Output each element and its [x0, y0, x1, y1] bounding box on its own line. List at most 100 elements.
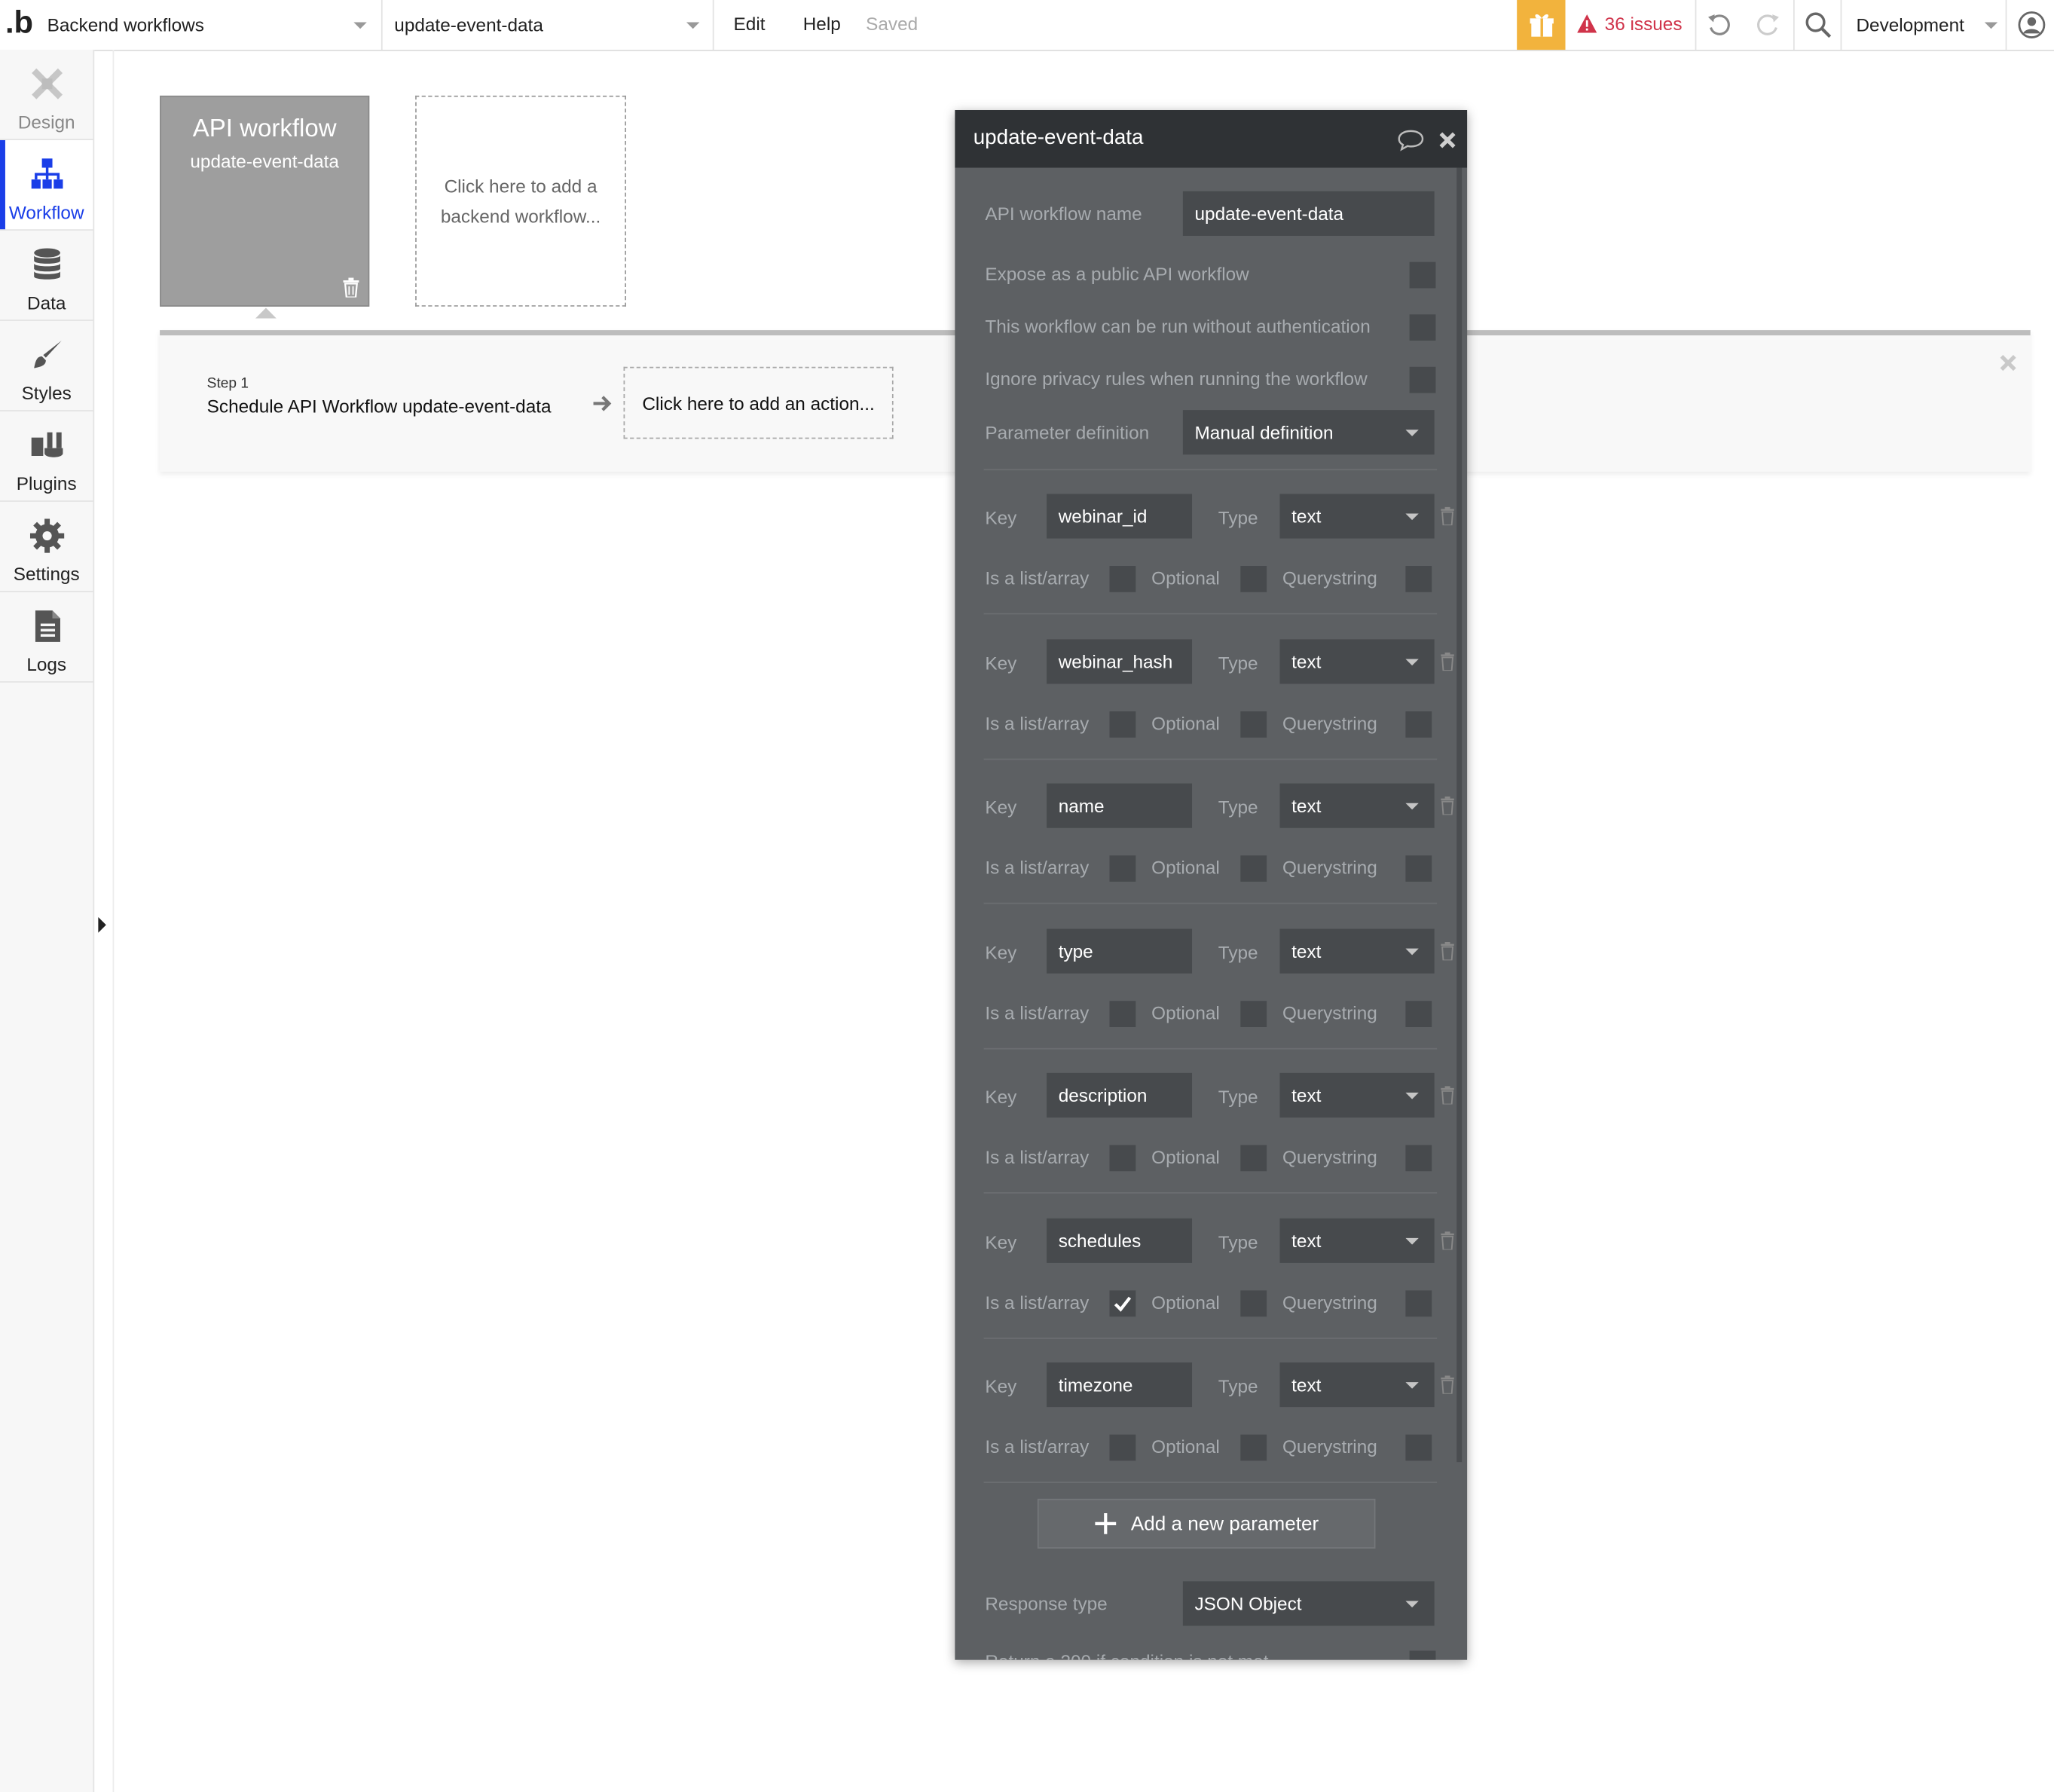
param-querystring-checkbox[interactable]	[1405, 566, 1432, 592]
trash-icon[interactable]	[1440, 941, 1456, 961]
scrollbar[interactable]	[1456, 167, 1463, 1463]
divider	[2005, 0, 2007, 50]
param-type-select[interactable]: text	[1279, 1072, 1435, 1118]
workflow-name-input[interactable]: update-event-data	[1182, 191, 1435, 236]
param-list-checkbox[interactable]	[1109, 1001, 1136, 1027]
param-type-select[interactable]: text	[1279, 1362, 1435, 1408]
param-querystring-label: Querystring	[1282, 1292, 1377, 1313]
environment-selector[interactable]: Development	[1856, 0, 2003, 50]
return-200-checkbox[interactable]	[1409, 1650, 1436, 1660]
trash-icon[interactable]	[342, 277, 360, 298]
chevron-down-icon	[686, 22, 700, 29]
account-icon[interactable]	[2017, 11, 2046, 39]
sidebar-item-workflow[interactable]: Workflow	[0, 140, 93, 231]
redo-icon[interactable]	[1753, 11, 1781, 39]
divider	[1695, 0, 1697, 50]
chevron-down-icon	[1405, 1601, 1419, 1608]
param-key-input[interactable]: webinar_hash	[1047, 639, 1193, 684]
param-list-checkbox[interactable]	[1109, 1145, 1136, 1172]
param-optional-checkbox[interactable]	[1240, 1290, 1267, 1317]
param-list-checkbox[interactable]	[1109, 1290, 1136, 1317]
undo-icon[interactable]	[1706, 11, 1735, 39]
ignore-privacy-checkbox[interactable]	[1409, 366, 1436, 393]
param-key-input[interactable]: description	[1047, 1072, 1193, 1118]
param-key-input[interactable]: webinar_id	[1047, 494, 1193, 539]
param-list-label: Is a list/array	[985, 712, 1090, 734]
issues-indicator[interactable]: 36 issues	[1577, 13, 1683, 34]
sidebar-item-data[interactable]: Data	[0, 231, 93, 321]
param-key-input[interactable]: name	[1047, 783, 1193, 828]
property-editor: update-event-data API workflow name upda…	[955, 110, 1468, 1660]
page-selector[interactable]: Backend workflows	[47, 0, 381, 50]
arrow-right-icon	[593, 396, 612, 411]
param-type-select[interactable]: text	[1279, 494, 1435, 539]
param-key-label: Key	[985, 506, 1017, 528]
param-optional-checkbox[interactable]	[1240, 711, 1267, 738]
param-type-select[interactable]: text	[1279, 928, 1435, 974]
expose-public-checkbox[interactable]	[1409, 261, 1436, 289]
bubble-logo[interactable]: .b	[5, 8, 33, 39]
param-optional-checkbox[interactable]	[1240, 1145, 1267, 1172]
plus-icon	[1095, 1512, 1117, 1534]
sidebar-item-design[interactable]: Design	[0, 50, 93, 141]
param-type-select[interactable]: text	[1279, 639, 1435, 684]
trash-icon[interactable]	[1440, 1086, 1456, 1105]
trash-icon[interactable]	[1440, 506, 1456, 526]
param-type-select[interactable]: text	[1279, 783, 1435, 828]
close-icon[interactable]	[1999, 353, 2017, 372]
edit-menu[interactable]: Edit	[734, 13, 766, 34]
divider	[712, 0, 714, 50]
sidebar-item-plugins[interactable]: Plugins	[0, 411, 93, 502]
param-list-checkbox[interactable]	[1109, 566, 1136, 592]
param-list-checkbox[interactable]	[1109, 1434, 1136, 1461]
chevron-down-icon	[1405, 948, 1419, 956]
add-parameter-button[interactable]: Add a new parameter	[1037, 1498, 1376, 1549]
database-icon	[34, 248, 60, 280]
chevron-down-icon	[1984, 22, 1998, 29]
param-querystring-checkbox[interactable]	[1405, 1001, 1432, 1027]
response-type-select[interactable]: JSON Object	[1182, 1581, 1435, 1626]
no-auth-checkbox[interactable]	[1409, 314, 1436, 341]
sidebar-item-label: Logs	[26, 653, 67, 675]
warning-icon	[1577, 14, 1597, 33]
param-querystring-checkbox[interactable]	[1405, 1290, 1432, 1317]
param-querystring-checkbox[interactable]	[1405, 711, 1432, 738]
param-optional-checkbox[interactable]	[1240, 566, 1267, 592]
param-list-checkbox[interactable]	[1109, 711, 1136, 738]
param-key-input[interactable]: type	[1047, 928, 1193, 974]
close-icon[interactable]	[1438, 131, 1456, 149]
help-menu[interactable]: Help	[803, 13, 841, 34]
comment-icon[interactable]	[1396, 128, 1425, 151]
trash-icon[interactable]	[1440, 652, 1456, 671]
param-list-label: Is a list/array	[985, 1146, 1090, 1168]
api-workflow-card[interactable]: API workflow update-event-data	[160, 95, 370, 319]
param-list-checkbox[interactable]	[1109, 855, 1136, 882]
param-optional-checkbox[interactable]	[1240, 1001, 1267, 1027]
step-title[interactable]: Schedule API Workflow update-event-data	[207, 396, 552, 417]
param-optional-checkbox[interactable]	[1240, 1434, 1267, 1461]
sidebar-item-settings[interactable]: Settings	[0, 502, 93, 592]
sidebar-item-styles[interactable]: Styles	[0, 321, 93, 411]
expand-panel-arrow-icon[interactable]	[98, 916, 106, 933]
search-icon[interactable]	[1804, 11, 1832, 39]
add-action-button[interactable]: Click here to add an action...	[623, 366, 894, 439]
param-querystring-checkbox[interactable]	[1405, 1145, 1432, 1172]
param-key-input[interactable]: schedules	[1047, 1218, 1193, 1263]
trash-icon[interactable]	[1440, 1231, 1456, 1250]
param-optional-checkbox[interactable]	[1240, 855, 1267, 882]
param-type-value: text	[1291, 506, 1322, 527]
gift-button[interactable]	[1517, 0, 1566, 50]
param-type-select[interactable]: text	[1279, 1218, 1435, 1263]
editor-header[interactable]: update-event-data	[955, 110, 1468, 168]
param-querystring-checkbox[interactable]	[1405, 855, 1432, 882]
add-backend-workflow-button[interactable]: Click here to add a backend workflow...	[415, 95, 627, 307]
save-status: Saved	[866, 13, 918, 35]
param-querystring-checkbox[interactable]	[1405, 1434, 1432, 1461]
workflow-selector[interactable]: update-event-data	[394, 0, 712, 50]
trash-icon[interactable]	[1440, 797, 1456, 815]
parameter-definition-select[interactable]: Manual definition	[1182, 410, 1435, 455]
trash-icon[interactable]	[1440, 1375, 1456, 1394]
param-key-label: Key	[985, 1375, 1017, 1397]
param-key-input[interactable]: timezone	[1047, 1362, 1193, 1408]
sidebar-item-logs[interactable]: Logs	[0, 592, 93, 683]
